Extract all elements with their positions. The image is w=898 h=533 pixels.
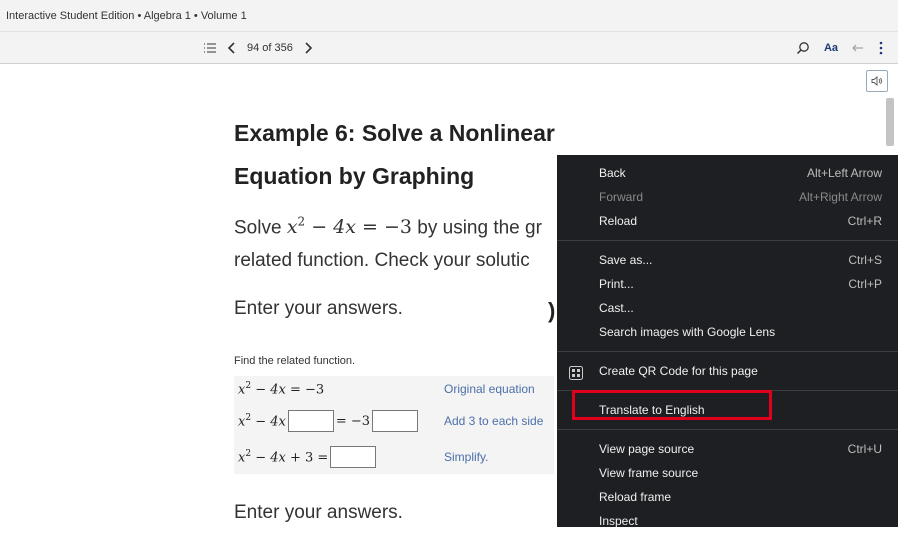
menu-label: Cast... [599, 301, 634, 315]
menu-shortcut: Alt+Left Arrow [806, 166, 882, 180]
speaker-icon [871, 76, 883, 86]
answer-input-left[interactable] [287, 410, 334, 432]
previous-page-icon[interactable] [227, 41, 237, 55]
example-title-line2: Equation by Graphing [234, 163, 475, 189]
enter-answers-bottom: Enter your answers. [234, 502, 403, 523]
menu-label: Save as... [599, 253, 653, 267]
menu-label: Print... [599, 277, 634, 291]
step-note-simplify: Simplify. [444, 450, 489, 464]
menu-label: View page source [599, 442, 695, 456]
more-options-icon[interactable] [878, 41, 884, 55]
page-indicator: 94 of 356 [247, 42, 293, 54]
menu-divider [557, 351, 898, 352]
menu-item-reload[interactable]: Reload Ctrl+R [557, 209, 898, 233]
example-title-line1: Example 6: Solve a Nonlinear [234, 120, 555, 146]
menu-item-qr-code[interactable]: Create QR Code for this page [557, 359, 898, 383]
menu-shortcut: Ctrl+R [847, 214, 882, 228]
menu-item-back[interactable]: Back Alt+Left Arrow [557, 161, 898, 185]
menu-label: Translate to English [599, 403, 705, 417]
font-size-button[interactable]: Aa [824, 42, 838, 54]
obscured-text-fragment: ) [548, 298, 556, 323]
context-menu: Back Alt+Left Arrow Forward Alt+Right Arro… [557, 155, 898, 528]
menu-item-print[interactable]: Print... Ctrl+P [557, 272, 898, 296]
answer-input-right[interactable] [372, 410, 419, 432]
back-arrow-icon[interactable] [852, 43, 864, 53]
equation-original: x2 − 4x = −3 [238, 380, 325, 398]
menu-item-view-page-source[interactable]: View page source Ctrl+U [557, 437, 898, 461]
enter-answers-heading: Enter your answers. [234, 298, 403, 319]
scrollbar-thumb[interactable] [886, 98, 894, 146]
menu-divider [557, 390, 898, 391]
step-note-original: Original equation [444, 382, 535, 396]
menu-shortcut: Ctrl+S [848, 253, 882, 267]
equation-row-simplify: x2 − 4x + 3 = [238, 446, 378, 468]
next-page-icon[interactable] [303, 41, 313, 55]
menu-label: Reload [599, 214, 638, 228]
menu-item-translate[interactable]: Translate to English [557, 398, 898, 422]
menu-shortcut: Ctrl+P [848, 277, 882, 291]
page-navigation: 94 of 356 [203, 32, 313, 64]
table-of-contents-icon[interactable] [203, 42, 217, 54]
breadcrumb: Interactive Student Edition • Algebra 1 … [0, 0, 898, 32]
menu-shortcut: Alt+Right Arrow [798, 190, 882, 204]
equation-simplify: x2 − 4x + 3 = [238, 448, 329, 466]
menu-item-view-frame-source[interactable]: View frame source [557, 461, 898, 485]
menu-label: Reload frame [599, 490, 672, 504]
solve-suffix: by using the gr [412, 217, 542, 239]
answer-input-simplify[interactable] [330, 446, 377, 468]
equation-add-right: = −3 [335, 413, 371, 429]
reader-tools: Aa [796, 32, 884, 64]
menu-item-save-as[interactable]: Save as... Ctrl+S [557, 248, 898, 272]
menu-label: Inspect [599, 514, 638, 528]
equation-row-add: x2 − 4x = −3 [238, 410, 420, 432]
solve-prefix: Solve [234, 217, 287, 239]
problem-statement-line2: related function. Check your solutic [234, 250, 530, 271]
menu-label: Search images with Google Lens [599, 325, 776, 339]
menu-item-cast[interactable]: Cast... [557, 296, 898, 320]
menu-label: Forward [599, 190, 644, 204]
menu-divider [557, 429, 898, 430]
menu-label: View frame source [599, 466, 699, 480]
menu-item-google-lens[interactable]: Search images with Google Lens [557, 320, 898, 344]
reader-nav-bar: 94 of 356 Aa [0, 32, 898, 64]
search-icon[interactable] [796, 41, 810, 55]
problem-equation: x2 − 4x = −3 [286, 215, 412, 239]
menu-label: Back [599, 166, 626, 180]
menu-item-reload-frame[interactable]: Reload frame [557, 485, 898, 509]
equation-row-original: x2 − 4x = −3 [238, 378, 324, 400]
problem-statement: Solve x2 − 4x = −3 by using the gr [234, 215, 542, 239]
menu-item-inspect[interactable]: Inspect [557, 509, 898, 533]
read-aloud-button[interactable] [866, 70, 888, 92]
menu-label: Create QR Code for this page [599, 364, 758, 378]
find-related-label: Find the related function. [234, 355, 356, 367]
qr-code-icon [569, 364, 583, 388]
menu-divider [557, 240, 898, 241]
menu-shortcut: Ctrl+U [847, 442, 882, 456]
menu-item-forward: Forward Alt+Right Arrow [557, 185, 898, 209]
equation-add-left: x2 − 4x [238, 412, 286, 430]
step-note-add: Add 3 to each side [444, 414, 544, 428]
equation-steps-table: x2 − 4x = −3 Original equation x2 − 4x =… [234, 376, 554, 474]
